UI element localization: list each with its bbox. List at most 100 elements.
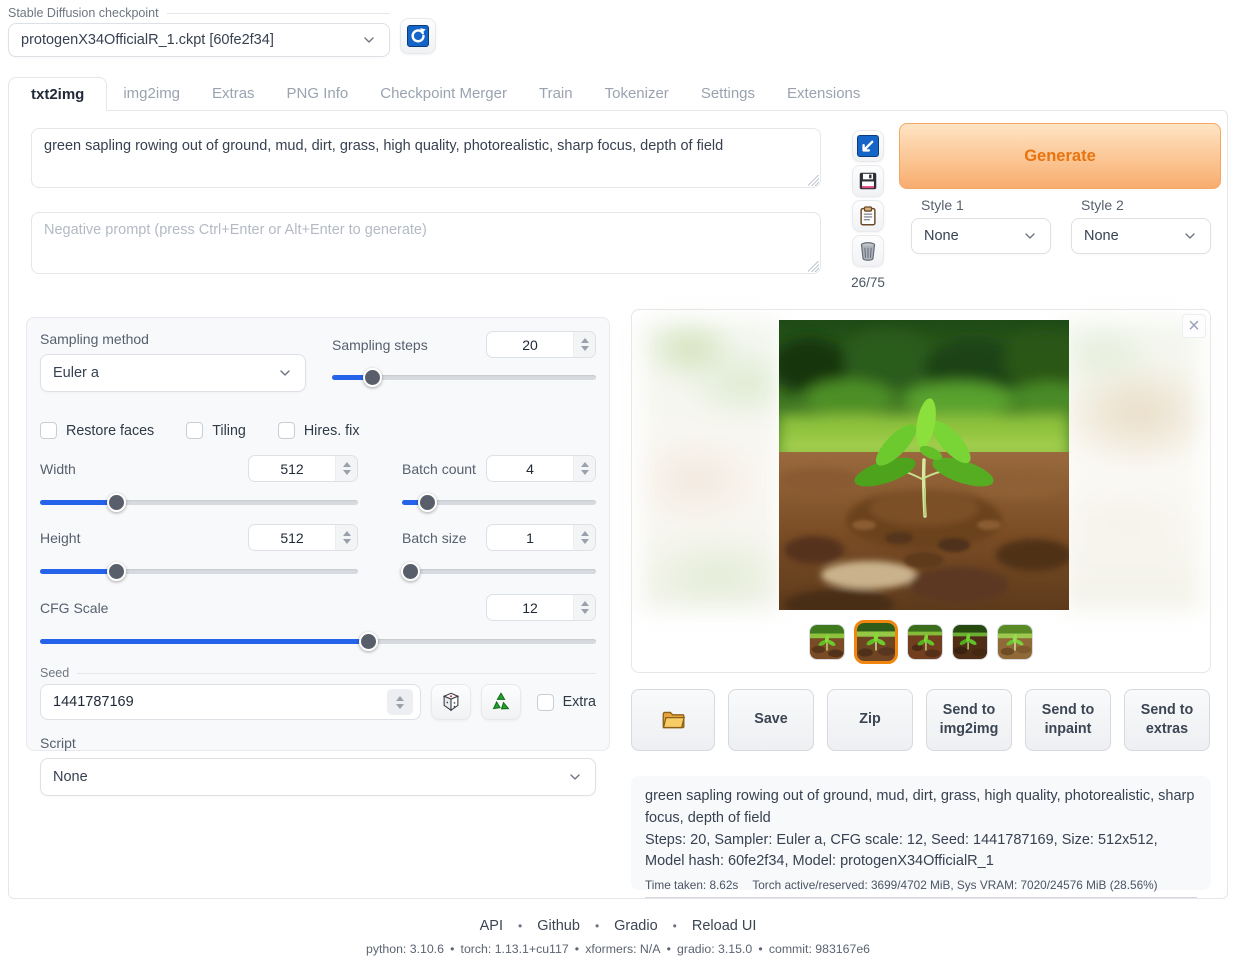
negative-prompt-input[interactable]	[31, 212, 821, 274]
random-seed-button[interactable]	[431, 684, 471, 720]
sampling-steps-slider[interactable]	[332, 368, 596, 386]
tab-checkpoint-merger[interactable]: Checkpoint Merger	[364, 77, 523, 110]
checkbox-box[interactable]	[40, 422, 57, 439]
spinner-up-icon[interactable]	[581, 338, 589, 343]
batch-count-input[interactable]: 4	[486, 455, 596, 482]
slider-knob[interactable]	[363, 368, 382, 387]
batch-size-slider[interactable]	[402, 562, 596, 580]
zip-button[interactable]: Zip	[827, 689, 913, 751]
refresh-icon	[406, 24, 430, 48]
checkbox-box[interactable]	[278, 422, 295, 439]
spinner-up-icon[interactable]	[581, 601, 589, 606]
prompt-input[interactable]: green sapling rowing out of ground, mud,…	[31, 128, 821, 188]
tab-extras[interactable]: Extras	[196, 77, 271, 110]
generated-image[interactable]	[779, 320, 1069, 610]
checkpoint-select[interactable]: protogenX34OfficialR_1.ckpt [60fe2f34]	[8, 23, 390, 57]
spinner-up-icon[interactable]	[581, 462, 589, 467]
spinner-up-icon[interactable]	[343, 462, 351, 467]
spinner[interactable]	[573, 456, 595, 481]
batch-size-input[interactable]: 1	[486, 524, 596, 551]
slider-knob[interactable]	[401, 562, 420, 581]
restore-faces-checkbox[interactable]: Restore faces	[40, 422, 154, 439]
tiling-checkbox[interactable]: Tiling	[186, 422, 246, 439]
spinner-down-icon[interactable]	[396, 704, 404, 709]
spinner[interactable]	[573, 595, 595, 620]
tab-txt2img[interactable]: txt2img	[8, 77, 107, 111]
style1-select[interactable]: None	[911, 218, 1051, 254]
checkbox-box[interactable]	[537, 694, 554, 711]
dice-icon	[440, 691, 462, 713]
tab-settings[interactable]: Settings	[685, 77, 771, 110]
checkbox-box[interactable]	[186, 422, 203, 439]
thumbnail-1[interactable]	[809, 624, 845, 660]
spinner-down-icon[interactable]	[343, 539, 351, 544]
spinner[interactable]	[573, 332, 595, 357]
send-to-img2img-button[interactable]: Send to img2img	[926, 689, 1012, 751]
slider-fill	[40, 500, 116, 505]
height-slider[interactable]	[40, 562, 358, 580]
footer-link-github[interactable]: Github	[537, 918, 580, 934]
width-input[interactable]: 512	[248, 455, 358, 482]
spinner[interactable]	[573, 525, 595, 550]
spinner-up-icon[interactable]	[343, 531, 351, 536]
extra-seed-checkbox[interactable]: Extra	[537, 694, 596, 711]
spinner-down-icon[interactable]	[343, 470, 351, 475]
style2-select[interactable]: None	[1071, 218, 1211, 254]
cfg-scale-slider[interactable]	[40, 632, 596, 650]
height-input[interactable]: 512	[248, 524, 358, 551]
batch-count-slider[interactable]	[402, 493, 596, 511]
recycle-icon	[489, 690, 513, 714]
sampling-method-select[interactable]: Euler a	[40, 354, 306, 392]
spinner-down-icon[interactable]	[581, 609, 589, 614]
thumbnail-2-selected[interactable]	[854, 620, 898, 664]
spinner-down-icon[interactable]	[581, 539, 589, 544]
sampling-steps-label: Sampling steps	[332, 337, 486, 353]
seed-input[interactable]: 1441787169	[40, 684, 421, 720]
script-select[interactable]: None	[40, 758, 596, 796]
paste-generation-params-button[interactable]	[852, 130, 884, 162]
send-to-extras-button[interactable]: Send to extras	[1124, 689, 1210, 751]
footer-link-api[interactable]: API	[480, 918, 503, 934]
hires-fix-checkbox[interactable]: Hires. fix	[278, 422, 360, 439]
slider-knob[interactable]	[107, 562, 126, 581]
thumbnail-5[interactable]	[997, 624, 1033, 660]
spinner[interactable]	[335, 456, 357, 481]
footer-link-gradio[interactable]: Gradio	[614, 918, 658, 934]
slider-track[interactable]	[402, 569, 596, 574]
footer-separator: •	[673, 919, 677, 933]
open-folder-button[interactable]	[631, 689, 715, 751]
clear-prompt-button[interactable]	[852, 235, 884, 267]
spinner[interactable]	[387, 689, 413, 715]
tab-img2img[interactable]: img2img	[107, 77, 196, 110]
tab-tokenizer[interactable]: Tokenizer	[589, 77, 685, 110]
footer-link-reload-ui[interactable]: Reload UI	[692, 918, 756, 934]
save-style-button[interactable]	[852, 165, 884, 197]
resize-grip-icon[interactable]	[808, 261, 819, 272]
close-gallery-button[interactable]: ×	[1182, 314, 1206, 338]
slider-knob[interactable]	[359, 632, 378, 651]
spinner-up-icon[interactable]	[581, 531, 589, 536]
spinner[interactable]	[335, 525, 357, 550]
generate-button[interactable]: Generate	[899, 123, 1221, 189]
slider-knob[interactable]	[107, 493, 126, 512]
resize-grip-icon[interactable]	[808, 175, 819, 186]
tab-train[interactable]: Train	[523, 77, 589, 110]
sampling-steps-input[interactable]: 20	[486, 331, 596, 358]
spinner-down-icon[interactable]	[581, 470, 589, 475]
spinner-down-icon[interactable]	[581, 346, 589, 351]
reuse-seed-button[interactable]	[481, 684, 521, 720]
save-button[interactable]: Save	[728, 689, 814, 751]
send-to-inpaint-button[interactable]: Send to inpaint	[1025, 689, 1111, 751]
thumbnail-3[interactable]	[907, 624, 943, 660]
tab-png-info[interactable]: PNG Info	[271, 77, 365, 110]
thumbnail-4[interactable]	[952, 624, 988, 660]
width-slider[interactable]	[40, 493, 358, 511]
spinner-up-icon[interactable]	[396, 696, 404, 701]
cfg-scale-input[interactable]: 12	[486, 594, 596, 621]
slider-knob[interactable]	[418, 493, 437, 512]
send-to-extras-label: Send to extras	[1129, 701, 1205, 740]
refresh-checkpoint-button[interactable]	[400, 18, 436, 54]
tab-extensions[interactable]: Extensions	[771, 77, 876, 110]
apply-style-button[interactable]	[852, 200, 884, 232]
batch-count-value: 4	[487, 456, 573, 481]
